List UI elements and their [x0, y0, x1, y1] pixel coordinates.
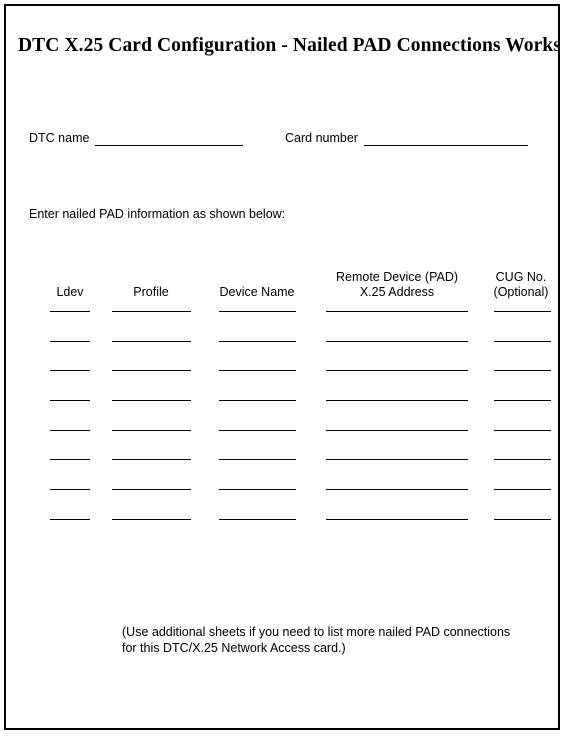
entry-rule-device-name[interactable] [219, 429, 296, 431]
entry-rule-cug-no[interactable] [494, 370, 551, 372]
column-header-remote-device-line1: Remote Device (PAD) [335, 270, 459, 284]
column-header-profile: Profile [108, 285, 194, 300]
identification-row: DTC name Card number [6, 131, 558, 151]
table-row [6, 400, 558, 430]
entry-rule-profile[interactable] [112, 459, 191, 461]
entry-rule-remote-device[interactable] [326, 400, 468, 402]
column-header-cug-no: CUG No. (Optional) [490, 270, 552, 300]
footnote-line-1: (Use additional sheets if you need to li… [122, 625, 511, 639]
entry-rule-ldev[interactable] [50, 489, 90, 491]
footnote: (Use additional sheets if you need to li… [122, 624, 542, 656]
page-title: DTC X.25 Card Configuration - Nailed PAD… [18, 35, 560, 56]
entry-rule-profile[interactable] [112, 489, 191, 491]
worksheet-page: DTC X.25 Card Configuration - Nailed PAD… [4, 4, 560, 730]
entry-rule-device-name[interactable] [219, 518, 296, 520]
entry-rule-ldev[interactable] [50, 459, 90, 461]
table-rows [6, 311, 558, 535]
column-header-ldev-line1: Ldev [56, 285, 84, 299]
card-number-field[interactable]: Card number [285, 131, 528, 146]
column-header-remote-device-line2: X.25 Address [359, 285, 435, 299]
entry-rule-profile[interactable] [112, 518, 191, 520]
entry-rule-cug-no[interactable] [494, 489, 551, 491]
entry-rule-remote-device[interactable] [326, 429, 468, 431]
entry-rule-cug-no[interactable] [494, 400, 551, 402]
entry-rule-ldev[interactable] [50, 370, 90, 372]
column-header-device-name-line1: Device Name [219, 285, 295, 299]
column-header-profile-line1: Profile [133, 285, 169, 299]
column-header-remote-device: Remote Device (PAD) X.25 Address [322, 270, 472, 300]
entry-rule-cug-no[interactable] [494, 459, 551, 461]
entry-rule-remote-device[interactable] [326, 489, 468, 491]
table-column-headers: Ldev Profile Device Name Remote Device (… [6, 264, 558, 300]
entry-rule-profile[interactable] [112, 429, 191, 431]
entry-rule-profile[interactable] [112, 400, 191, 402]
card-number-input-rule[interactable] [363, 133, 528, 146]
column-header-ldev: Ldev [42, 285, 98, 300]
card-number-label: Card number [285, 131, 358, 145]
column-header-cug-no-line2: (Optional) [493, 285, 549, 299]
entry-rule-device-name[interactable] [219, 459, 296, 461]
entry-rule-profile[interactable] [112, 311, 191, 312]
table-row [6, 311, 558, 341]
entry-rule-device-name[interactable] [219, 400, 296, 402]
entry-rule-remote-device[interactable] [326, 340, 468, 342]
table-row [6, 340, 558, 371]
entry-rule-ldev[interactable] [50, 340, 90, 342]
dtc-name-field[interactable]: DTC name [29, 131, 244, 146]
entry-rule-profile[interactable] [112, 370, 191, 372]
entry-rule-device-name[interactable] [219, 340, 296, 342]
entry-rule-cug-no[interactable] [494, 518, 551, 520]
entry-rule-device-name[interactable] [219, 489, 296, 491]
table-row [6, 459, 558, 489]
dtc-name-label: DTC name [29, 131, 90, 145]
footnote-line-2: for this DTC/X.25 Network Access card.) [122, 641, 346, 655]
entry-rule-remote-device[interactable] [326, 518, 468, 520]
entry-rule-device-name[interactable] [219, 311, 296, 312]
entry-rule-device-name[interactable] [219, 370, 296, 372]
table-row [6, 489, 558, 519]
entry-rule-profile[interactable] [112, 340, 191, 342]
entry-rule-remote-device[interactable] [326, 370, 468, 372]
instruction-text: Enter nailed PAD information as shown be… [29, 207, 286, 221]
entry-rule-cug-no[interactable] [494, 311, 551, 312]
dtc-name-input-rule[interactable] [95, 133, 244, 146]
column-header-device-name: Device Name [215, 285, 299, 300]
entry-rule-remote-device[interactable] [326, 311, 468, 312]
entry-rule-ldev[interactable] [50, 400, 90, 402]
entry-rule-cug-no[interactable] [494, 340, 551, 342]
entry-rule-remote-device[interactable] [326, 459, 468, 461]
table-row [6, 518, 558, 549]
entry-rule-ldev[interactable] [50, 311, 90, 312]
column-header-cug-no-line1: CUG No. [495, 270, 547, 284]
nailed-pad-entry-table: Ldev Profile Device Name Remote Device (… [6, 264, 558, 535]
entry-rule-cug-no[interactable] [494, 429, 551, 431]
table-row [6, 370, 558, 400]
entry-rule-ldev[interactable] [50, 429, 90, 431]
table-row [6, 429, 558, 460]
entry-rule-ldev[interactable] [50, 518, 90, 520]
